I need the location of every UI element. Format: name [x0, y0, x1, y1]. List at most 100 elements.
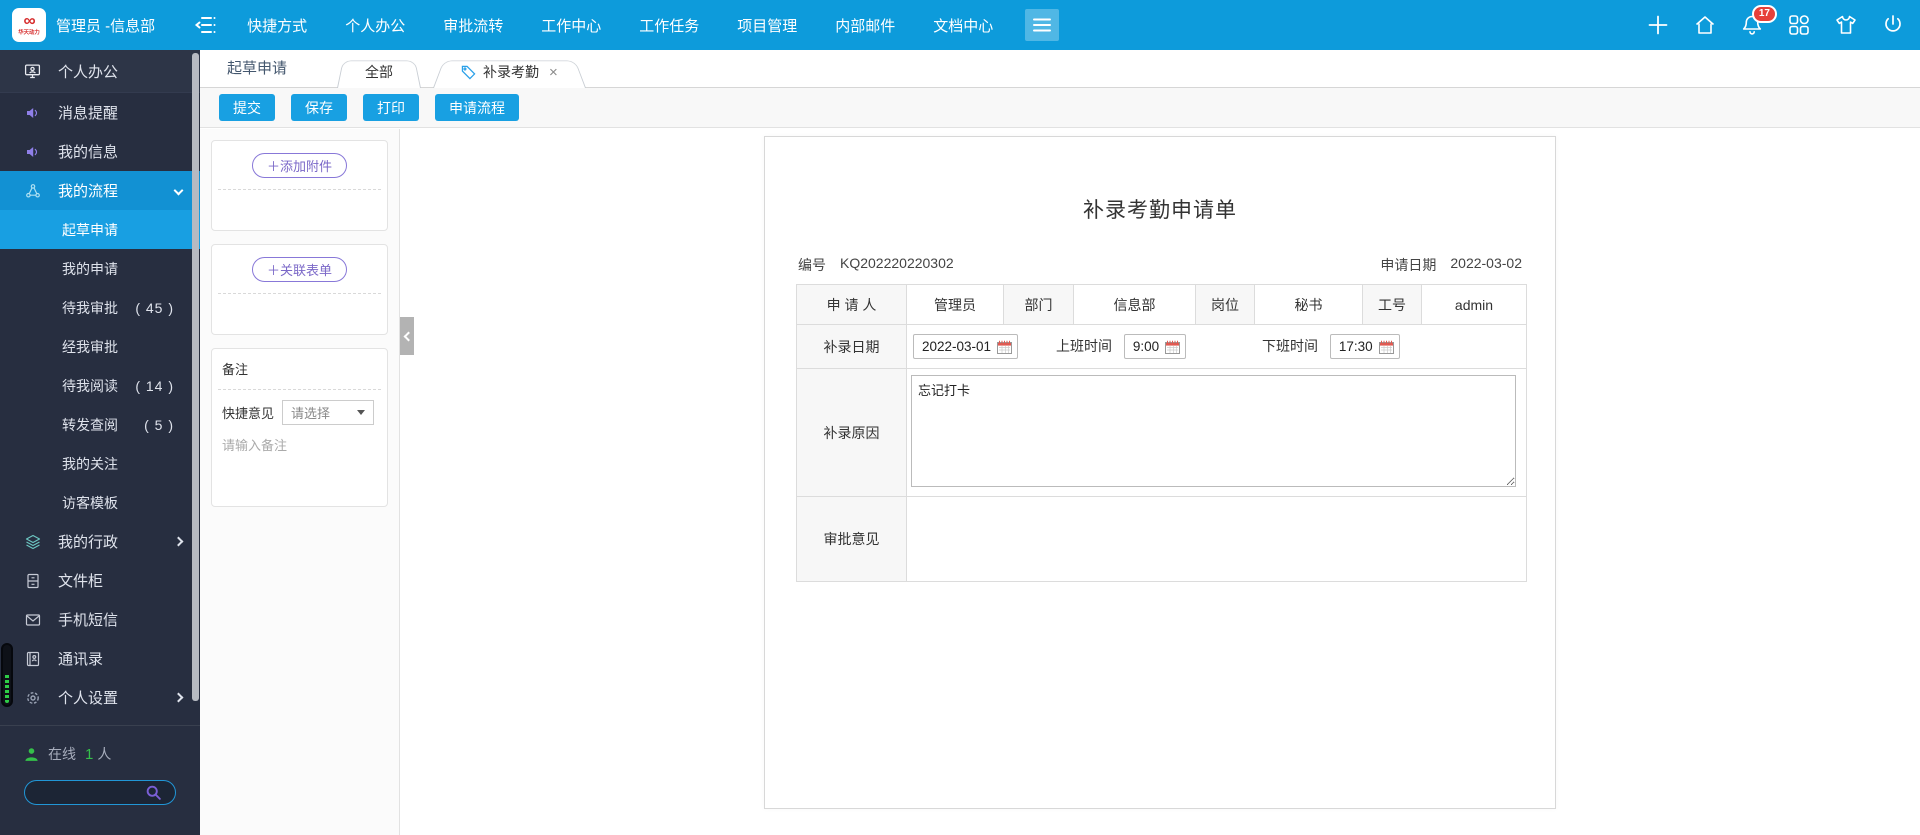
apps-grid-icon: [1788, 14, 1810, 36]
calendar-icon[interactable]: [1378, 340, 1394, 354]
sidebar-item-my-admin[interactable]: 我的行政: [0, 522, 200, 561]
nav-internal-mail[interactable]: 内部邮件: [835, 15, 895, 36]
quick-opinion-label: 快捷意见: [222, 406, 275, 421]
status-meter: [1, 643, 13, 707]
dept-value: 信息部: [1073, 284, 1196, 325]
add-attachment-button[interactable]: ＋添加附件: [251, 153, 347, 178]
app-logo[interactable]: ∞ 华天动力: [12, 8, 46, 42]
tab-attendance-makeup[interactable]: 补录考勤 ×: [443, 56, 576, 88]
sidebar-item-contacts[interactable]: 通讯录: [0, 639, 200, 678]
record-date-value: 2022-03-01: [922, 339, 992, 354]
nav-work-center[interactable]: 工作中心: [541, 15, 601, 36]
table-row-record-date: 补录日期 2022-03-01 上班时间 9:00 下班时间 17:30: [796, 324, 1527, 369]
online-user-icon: [24, 747, 39, 762]
calendar-icon[interactable]: [1165, 340, 1181, 354]
sidebar-item-my-messages[interactable]: 我的信息: [0, 132, 200, 171]
close-tab-icon[interactable]: ×: [549, 64, 558, 81]
tab-label: 补录考勤: [483, 64, 540, 80]
address-book-icon: [24, 650, 41, 667]
sidebar-item-personal-settings[interactable]: 个人设置: [0, 678, 200, 717]
chevron-left-icon: [403, 331, 414, 341]
tab-all[interactable]: 全部: [347, 56, 411, 88]
nav-shortcuts[interactable]: 快捷方式: [247, 15, 307, 36]
more-menu-button[interactable]: [1025, 9, 1060, 41]
empno-label: 工号: [1362, 284, 1422, 325]
sidebar-subitem-my-applications[interactable]: 我的申请: [0, 249, 200, 288]
subitem-label: 起草申请: [62, 221, 118, 238]
nav-project-management[interactable]: 项目管理: [737, 15, 797, 36]
record-date-input[interactable]: 2022-03-01: [913, 334, 1019, 359]
sidebar-item-my-workflow[interactable]: 我的流程: [0, 171, 200, 210]
new-item-button[interactable]: [1645, 12, 1671, 38]
sidebar-item-label: 个人设置: [58, 690, 119, 707]
tab-label: 全部: [365, 64, 394, 80]
form-card: 补录考勤申请单 编号 KQ202220220302 申请日期 2022-03-0…: [764, 136, 1556, 809]
speaker-icon: [24, 104, 41, 121]
subitem-label: 转发查阅: [62, 416, 118, 433]
search-icon[interactable]: [145, 784, 162, 801]
form-title: 补录考勤申请单: [1083, 199, 1237, 222]
apply-flow-button[interactable]: 申请流程: [435, 94, 519, 121]
sidebar-item-label: 个人办公: [58, 63, 119, 81]
notification-badge: 17: [1751, 5, 1777, 23]
online-label: 在线: [48, 746, 76, 762]
logout-button[interactable]: [1880, 12, 1906, 38]
nav-approval-flow[interactable]: 审批流转: [443, 15, 503, 36]
sidebar-subitem-pending-approval[interactable]: 待我审批 ( 45 ): [0, 288, 200, 327]
sidebar-subitem-draft-application[interactable]: 起草申请: [0, 210, 200, 249]
table-row-reason: 补录原因 忘记打卡: [796, 368, 1527, 497]
post-value: 秘书: [1254, 284, 1363, 325]
dropdown-caret-icon: [357, 410, 366, 415]
panel-collapse-handle[interactable]: [400, 317, 414, 355]
submit-button[interactable]: 提交: [219, 94, 275, 121]
post-label: 岗位: [1195, 284, 1255, 325]
sidebar-item-file-cabinet[interactable]: 文件柜: [0, 561, 200, 600]
sidebar-subitem-approved-by-me[interactable]: 经我审批: [0, 327, 200, 366]
end-time-input[interactable]: 17:30: [1329, 334, 1400, 359]
calendar-icon[interactable]: [997, 340, 1013, 354]
quick-opinion-select[interactable]: 请选择: [282, 400, 375, 425]
reason-textarea[interactable]: 忘记打卡: [911, 375, 1516, 487]
sidebar-item-sms[interactable]: 手机短信: [0, 600, 200, 639]
sidebar-subitem-my-follows[interactable]: 我的关注: [0, 444, 200, 483]
sidebar-item-message-alerts[interactable]: 消息提醒: [0, 93, 200, 132]
print-button[interactable]: 打印: [363, 94, 419, 121]
sidebar-item-label: 手机短信: [58, 612, 119, 629]
subitem-label: 访客模板: [62, 494, 118, 511]
link-form-button[interactable]: ＋关联表单: [251, 257, 347, 282]
sidebar: 个人办公 消息提醒 我的信息 我的流程 起草申请 我的申请 待我审批 ( 45 …: [0, 50, 200, 835]
top-menu: 快捷方式 个人办公 审批流转 工作中心 工作任务 项目管理 内部邮件 文档中心: [247, 15, 993, 36]
tshirt-icon: [1834, 13, 1858, 37]
reason-label: 补录原因: [796, 368, 907, 497]
apps-button[interactable]: [1786, 12, 1812, 38]
note-input-placeholder[interactable]: 请输入备注: [222, 435, 377, 454]
notifications-button[interactable]: 17: [1739, 5, 1777, 38]
home-button[interactable]: [1692, 12, 1718, 38]
theme-button[interactable]: [1833, 12, 1859, 38]
save-button[interactable]: 保存: [291, 94, 347, 121]
sidebar-collapse-button[interactable]: [191, 10, 221, 40]
chevron-right-icon: [173, 692, 184, 703]
nav-work-tasks[interactable]: 工作任务: [639, 15, 699, 36]
nav-document-center[interactable]: 文档中心: [933, 15, 993, 36]
sidebar-item-personal-office[interactable]: 个人办公: [0, 50, 200, 93]
note-title: 备注: [222, 362, 249, 377]
sidebar-subitem-visitor-template[interactable]: 访客模板: [0, 483, 200, 522]
power-icon: [1881, 13, 1905, 37]
nav-personal-office[interactable]: 个人办公: [345, 15, 405, 36]
sidebar-scrollbar[interactable]: [192, 53, 199, 701]
apply-date-value: 2022-03-02: [1450, 255, 1522, 271]
tag-icon: [461, 65, 476, 80]
sidebar-subitem-forwarded-review[interactable]: 转发查阅 ( 5 ): [0, 405, 200, 444]
section-title: 起草申请: [227, 60, 288, 77]
mail-icon: [24, 611, 41, 628]
start-time-input[interactable]: 9:00: [1123, 334, 1187, 359]
gear-icon: [24, 689, 41, 706]
logo-infinity-glyph: ∞: [23, 11, 35, 30]
note-box: 备注 快捷意见 请选择 请输入备注: [211, 348, 388, 507]
sidebar-item-label: 我的信息: [58, 144, 119, 161]
empno-value: admin: [1421, 284, 1527, 325]
sidebar-subitem-pending-read[interactable]: 待我阅读 ( 14 ): [0, 366, 200, 405]
subitem-label: 待我阅读: [62, 377, 118, 394]
online-suffix: 人: [97, 746, 112, 762]
